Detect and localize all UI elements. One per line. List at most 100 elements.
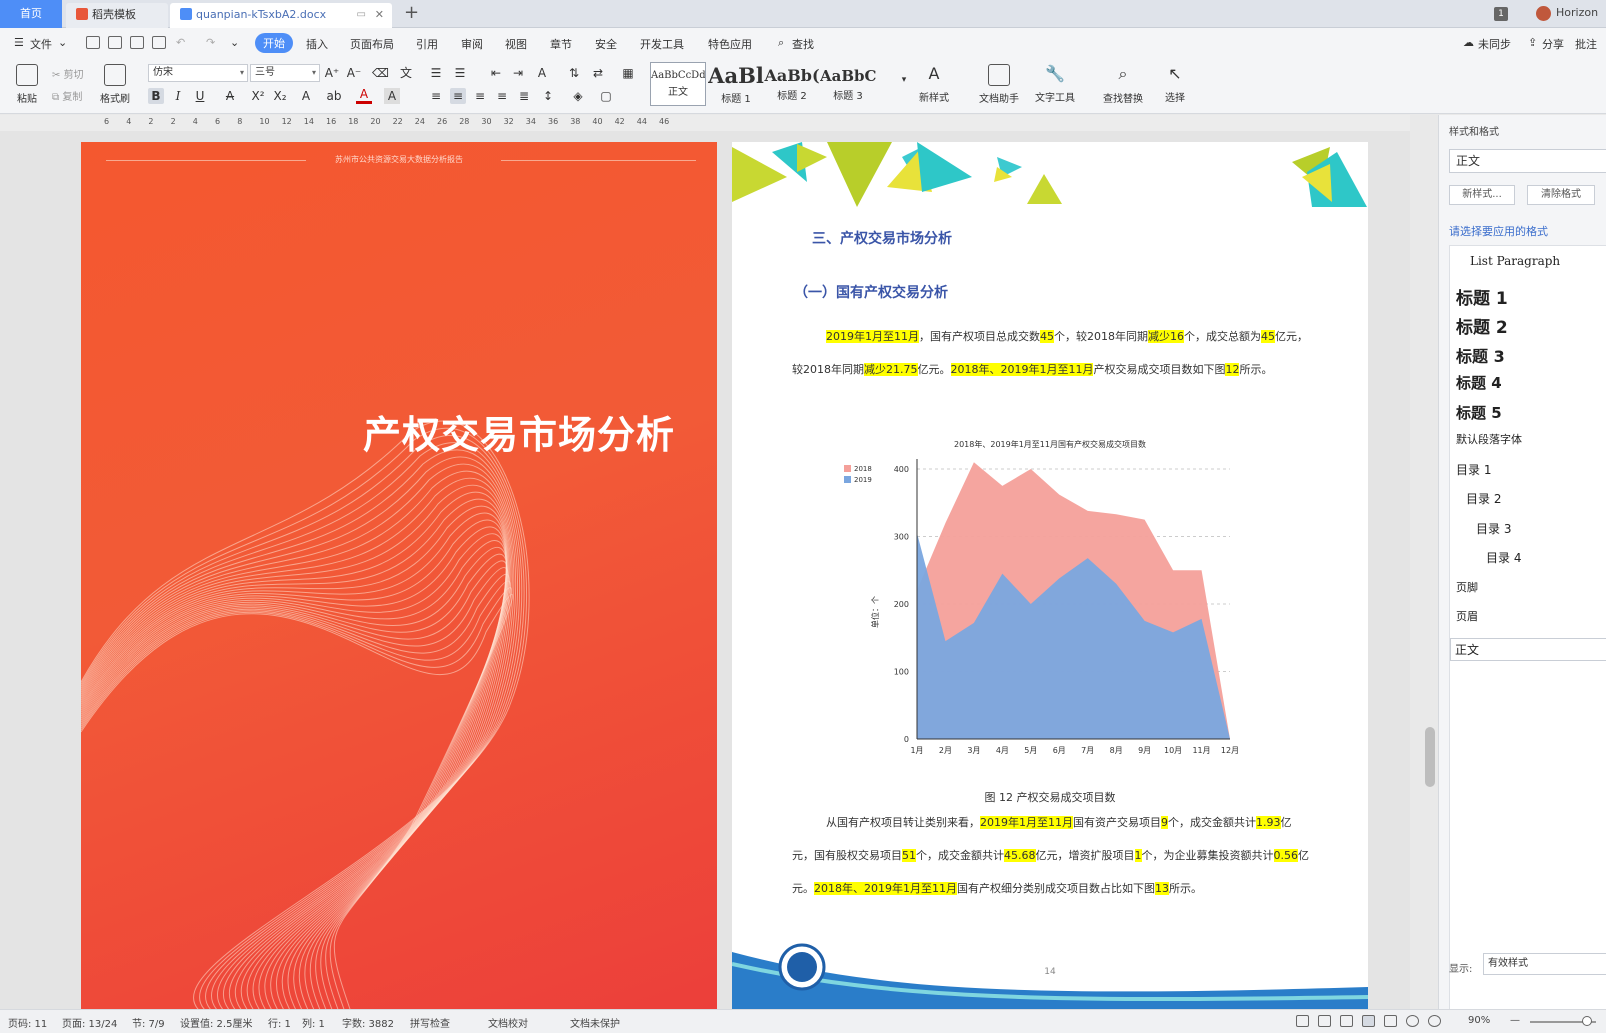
print-icon[interactable] (130, 36, 144, 49)
outline-view-icon[interactable] (1384, 1015, 1397, 1027)
clear-format-button[interactable]: 清除格式 (1527, 185, 1595, 205)
align-right-icon[interactable]: ≡ (472, 88, 488, 104)
zoom-out-button[interactable]: — (1510, 1015, 1520, 1026)
numbered-list-icon[interactable]: ☰ (452, 65, 468, 81)
show-select[interactable]: 有效样式 (1483, 953, 1606, 975)
avatar[interactable] (1536, 6, 1551, 21)
close-icon[interactable]: ✕ (375, 3, 384, 26)
menu-tab-security[interactable]: 安全 (595, 36, 617, 52)
status-page[interactable]: 页面: 13/24 (62, 1015, 117, 1030)
char-shading-icon[interactable]: A (384, 88, 400, 104)
page-view-icon[interactable] (1362, 1015, 1375, 1027)
status-row[interactable]: 行: 1 (268, 1015, 291, 1030)
status-col[interactable]: 列: 1 (302, 1015, 325, 1030)
read-mode-icon[interactable] (1318, 1015, 1331, 1027)
style-list-item[interactable]: 目录 2 (1466, 490, 1501, 507)
eye-protect-icon[interactable] (1428, 1015, 1441, 1027)
menu-file[interactable]: 文件 (30, 36, 52, 52)
tab-document[interactable]: quanpian-kTsxbA2.docx ▭ ✕ (170, 3, 392, 28)
menu-tab-references[interactable]: 引用 (416, 36, 438, 52)
distribute-icon[interactable]: ≣ (516, 88, 532, 104)
highlight-icon[interactable]: ab (326, 88, 342, 104)
cut-button[interactable]: ✂ 剪切 (52, 66, 84, 81)
decrease-indent-icon[interactable]: ⇤ (488, 65, 504, 81)
pin-icon[interactable]: ▭ (357, 3, 366, 26)
current-style-field[interactable]: 正文 (1449, 149, 1606, 173)
clear-format-icon[interactable]: ⌫ (372, 65, 389, 81)
save-icon[interactable] (86, 36, 100, 49)
share-button[interactable]: 分享 (1542, 36, 1564, 52)
sync-status[interactable]: 未同步 (1478, 36, 1511, 52)
copy-button[interactable]: ⧉ 复制 (52, 88, 82, 103)
redo-icon[interactable]: ↷ (206, 36, 215, 49)
pane-title[interactable]: 样式和格式 (1449, 123, 1499, 138)
align-left-icon[interactable]: ≡ (428, 88, 444, 104)
line-spacing-icon[interactable]: ↕ (540, 88, 556, 104)
sort-icon[interactable]: ⇅ (566, 65, 582, 81)
style-list-item[interactable]: 标题 3 (1456, 343, 1505, 367)
zoom-level[interactable]: 90% (1468, 1015, 1490, 1026)
find-replace-button[interactable]: ⌕ 查找替换 (1098, 64, 1148, 105)
menu-tab-chapter[interactable]: 章节 (550, 36, 572, 52)
bullet-list-icon[interactable]: ☰ (428, 65, 444, 81)
text-tools-button[interactable]: 🔧 文字工具 (1030, 64, 1080, 104)
font-name-select[interactable]: 仿宋 (148, 64, 248, 82)
web-view-icon[interactable] (1406, 1015, 1419, 1027)
status-setting[interactable]: 设置值: 2.5厘米 (180, 1015, 252, 1030)
user-name[interactable]: Horizon (1556, 6, 1598, 19)
style-heading-3[interactable]: AaBbC(标题 3 (820, 62, 876, 106)
proofread-button[interactable]: 文档校对 (488, 1015, 528, 1030)
doc-helper-button[interactable]: 文档助手 (976, 64, 1022, 105)
tab-template[interactable]: 稻壳模板 (66, 3, 168, 28)
italic-button[interactable]: I (170, 88, 186, 104)
style-heading-1[interactable]: AaBl 标题 1 (708, 62, 764, 106)
select-button[interactable]: ↖ 选择 (1160, 64, 1190, 104)
search-icon[interactable]: ⌕ (778, 36, 784, 50)
style-normal[interactable]: AaBbCcDd 正文 (650, 62, 706, 106)
menu-tab-view[interactable]: 视图 (505, 36, 527, 52)
grow-font-icon[interactable]: A⁺ (324, 65, 340, 81)
menu-search[interactable]: 查找 (792, 36, 814, 52)
horizontal-ruler[interactable]: 6 4 2 2 4 6 8 10 12 14 16 18 20 22 24 26 28 30 32 34 36 38 40 4… (0, 115, 1410, 131)
menu-tab-layout[interactable]: 页面布局 (350, 36, 394, 52)
font-color-icon[interactable]: A (356, 88, 372, 104)
fullscreen-icon[interactable] (1296, 1015, 1309, 1027)
border-icon[interactable]: ▢ (598, 88, 614, 104)
new-style-button[interactable]: A 新样式 (914, 64, 954, 104)
subscript-button[interactable]: X₂ (272, 88, 288, 104)
font-size-select[interactable]: 三号 (250, 64, 320, 82)
style-list-item[interactable]: 目录 3 (1476, 520, 1511, 537)
spell-check-button[interactable]: 拼写检查 (410, 1015, 450, 1030)
style-list-item[interactable]: 目录 1 (1456, 461, 1491, 478)
superscript-button[interactable]: X² (250, 88, 266, 104)
edit-mode-icon[interactable] (1340, 1015, 1353, 1027)
protect-button[interactable]: 文档未保护 (570, 1015, 620, 1030)
styles-gallery-chevron-icon[interactable]: ▾ (896, 72, 912, 88)
style-list-item[interactable]: List Paragraph (1470, 254, 1560, 268)
increase-indent-icon[interactable]: ⇥ (510, 65, 526, 81)
vertical-scrollbar[interactable] (1425, 727, 1435, 787)
status-words[interactable]: 字数: 3882 (342, 1015, 394, 1030)
shrink-font-icon[interactable]: A⁻ (346, 65, 362, 81)
style-list-item[interactable]: 目录 4 (1486, 549, 1521, 566)
tab-home[interactable]: 首页 (0, 0, 62, 28)
menu-tab-features[interactable]: 特色应用 (708, 36, 752, 52)
underline-button[interactable]: U (192, 88, 208, 104)
table-grid-icon[interactable]: ▦ (620, 65, 636, 81)
status-section[interactable]: 节: 7/9 (132, 1015, 165, 1030)
paste-button[interactable]: 粘贴 (12, 64, 42, 105)
print-preview-icon[interactable] (152, 36, 166, 49)
shading-icon[interactable]: ◈ (570, 88, 586, 104)
justify-icon[interactable]: ≡ (494, 88, 510, 104)
content-page[interactable]: 三、产权交易市场分析 （一）国有产权交易分析 2019年1月至11月，国有产权项… (732, 142, 1368, 1009)
style-heading-2[interactable]: AaBb(标题 2 (764, 62, 820, 106)
style-list-item[interactable]: 标题 1 (1456, 284, 1508, 309)
style-list-item[interactable]: 正文 (1450, 637, 1606, 661)
style-list-item[interactable]: 标题 2 (1456, 313, 1508, 338)
cover-page[interactable]: 苏州市公共资源交易大数据分析报告 产权交易市场分析 (81, 142, 717, 1009)
customize-toolbar-icon[interactable]: ⌄ (230, 36, 239, 49)
hamburger-icon[interactable]: ☰ (14, 36, 24, 49)
status-page-code[interactable]: 页码: 11 (8, 1015, 47, 1030)
undo-icon[interactable]: ↶ (176, 36, 185, 49)
export-icon[interactable] (108, 36, 122, 49)
